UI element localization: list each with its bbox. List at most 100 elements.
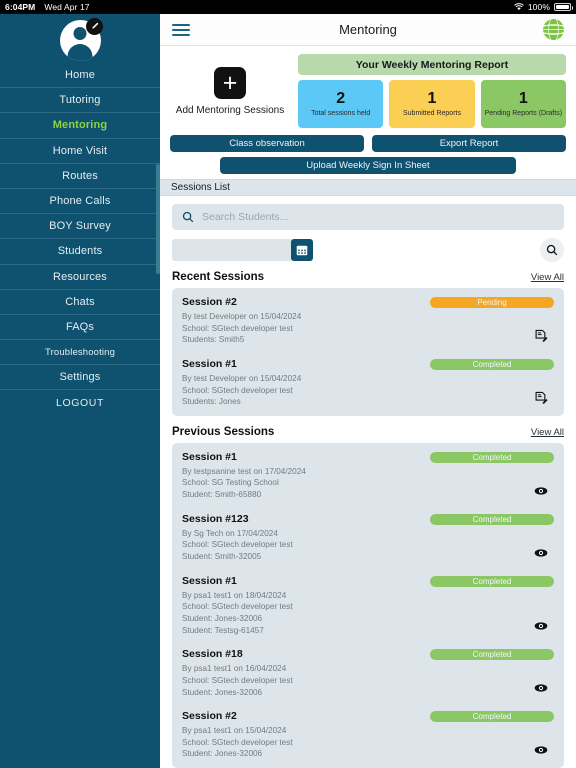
session-by: By psa1 test1 on 15/04/2024 — [182, 726, 287, 736]
date-input[interactable] — [172, 239, 292, 261]
sessions-list-body: Recent Sessions View All Session #2 Pend… — [160, 196, 576, 768]
session-title: Session #1 — [182, 450, 237, 463]
sidebar: Home Tutoring Mentoring Home Visit Route… — [0, 14, 160, 768]
session-title: Session #1 — [182, 357, 237, 370]
sidebar-item-home[interactable]: Home — [0, 62, 160, 87]
stat-card-submitted-reports[interactable]: 1 Submitted Reports — [389, 80, 475, 128]
sidebar-item-chats[interactable]: Chats — [0, 288, 160, 314]
session-students: Student: Smith-65880 — [182, 490, 262, 500]
session-students: Students: Jones — [182, 397, 241, 407]
session-card[interactable]: Session #2 Completed By psa1 test1 on 15… — [172, 704, 564, 766]
status-badge: Completed — [430, 649, 554, 661]
eye-view-icon[interactable] — [533, 680, 549, 696]
date-filter-row — [172, 238, 564, 262]
globe-logo-icon[interactable] — [543, 19, 564, 40]
session-by: By testpsanine test on 17/04/2024 — [182, 466, 306, 476]
session-school: School: SGtech developer test — [182, 602, 293, 612]
session-title: Session #1 — [182, 574, 237, 587]
sidebar-item-troubleshooting[interactable]: Troubleshooting — [0, 339, 160, 364]
battery-percent: 100% — [527, 2, 550, 12]
export-report-button[interactable]: Export Report — [372, 135, 566, 152]
class-observation-button[interactable]: Class observation — [170, 135, 364, 152]
scroll-area[interactable]: + Add Mentoring Sessions Your Weekly Men… — [160, 46, 576, 768]
add-session-block[interactable]: + Add Mentoring Sessions — [170, 54, 290, 128]
sidebar-item-tutoring[interactable]: Tutoring — [0, 87, 160, 112]
session-meta: By psa1 test1 on 16/04/2024 School: SGte… — [182, 663, 554, 698]
view-all-recent[interactable]: View All — [531, 272, 564, 283]
sidebar-scrollbar[interactable] — [156, 164, 160, 274]
status-time: 6:04PM — [5, 2, 36, 12]
sidebar-item-faqs[interactable]: FAQs — [0, 313, 160, 339]
filter-search-button[interactable] — [540, 238, 564, 262]
session-card[interactable]: Session #1 Completed By testpsanine test… — [172, 445, 564, 507]
status-badge: Completed — [430, 451, 554, 463]
sidebar-item-routes[interactable]: Routes — [0, 162, 160, 188]
session-students-extra: Student: Testsg-61457 — [182, 625, 264, 635]
sidebar-item-boy-survey[interactable]: BOY Survey — [0, 213, 160, 238]
session-school: School: SGtech developer test — [182, 675, 293, 685]
session-by: By psa1 test1 on 18/04/2024 — [182, 590, 287, 600]
plus-icon[interactable]: + — [214, 66, 246, 99]
sidebar-item-logout[interactable]: LOGOUT — [0, 389, 160, 414]
status-date: Wed Apr 17 — [44, 2, 90, 12]
session-school: School: SGtech developer test — [182, 540, 293, 550]
sidebar-item-phone-calls[interactable]: Phone Calls — [0, 187, 160, 213]
ios-status-bar: 6:04PM Wed Apr 17 100% — [0, 0, 576, 14]
edit-report-icon[interactable] — [533, 328, 549, 344]
sessions-list-header: Sessions List — [160, 179, 576, 196]
status-badge: Completed — [430, 358, 554, 370]
session-school: School: SGtech developer test — [182, 385, 293, 395]
page-title: Mentoring — [339, 22, 397, 37]
action-button-row-1: Class observation Export Report — [160, 135, 576, 157]
main-content: Mentoring + Add Mentoring Sessions Your … — [160, 14, 576, 768]
session-students: Student: Jones-32006 — [182, 687, 263, 697]
stat-value: 2 — [336, 90, 346, 107]
edit-report-icon[interactable] — [533, 390, 549, 406]
hamburger-menu-icon[interactable] — [172, 23, 190, 36]
top-bar: Mentoring — [160, 14, 576, 46]
body-row: Home Tutoring Mentoring Home Visit Route… — [0, 14, 576, 768]
session-card[interactable]: Session #1 Completed By psa1 test1 on 18… — [172, 569, 564, 643]
upload-sign-in-sheet-button[interactable]: Upload Weekly Sign In Sheet — [220, 157, 516, 174]
pencil-edit-icon[interactable] — [85, 17, 103, 35]
eye-view-icon[interactable] — [533, 618, 549, 634]
previous-sessions-group: Session #1 Completed By testpsanine test… — [172, 442, 564, 768]
session-title: Session #2 — [182, 710, 237, 723]
view-all-previous[interactable]: View All — [531, 427, 564, 438]
session-by: By test Developer on 15/04/2024 — [182, 312, 302, 321]
group-title: Recent Sessions — [172, 271, 265, 283]
group-title: Previous Sessions — [172, 425, 275, 438]
session-card[interactable]: Session #18 Completed By psa1 test1 on 1… — [172, 642, 564, 704]
session-card[interactable]: Session #1 Completed By test Developer o… — [172, 352, 564, 414]
sidebar-item-students[interactable]: Students — [0, 238, 160, 263]
stat-value: 1 — [518, 90, 528, 107]
search-icon — [182, 211, 194, 223]
sidebar-item-home-visit[interactable]: Home Visit — [0, 137, 160, 163]
eye-view-icon[interactable] — [533, 545, 549, 561]
avatar[interactable] — [59, 17, 103, 61]
session-card[interactable]: Session #123 Completed By Sg Tech on 17/… — [172, 507, 564, 569]
avatar-container[interactable] — [0, 14, 160, 62]
session-school: School: SGtech developer test — [182, 323, 293, 333]
search-input[interactable] — [202, 211, 554, 223]
wifi-icon — [514, 3, 524, 11]
weekly-report-banner: Your Weekly Mentoring Report — [298, 54, 566, 75]
session-students: Students: Smith5 — [182, 335, 245, 345]
session-by: By test Developer on 15/04/2024 — [182, 373, 302, 383]
status-badge: Completed — [430, 575, 554, 587]
sidebar-item-settings[interactable]: Settings — [0, 364, 160, 389]
session-students: Student: Smith-32005 — [182, 552, 262, 562]
search-students-container[interactable] — [172, 204, 564, 230]
stat-card-pending-reports[interactable]: 1 Pending Reports (Drafts) — [480, 80, 566, 128]
sidebar-item-resources[interactable]: Resources — [0, 263, 160, 289]
recent-sessions-group: Session #2 Pending By test Developer on … — [172, 288, 564, 416]
stat-card-total-sessions[interactable]: 2 Total sessions held — [298, 80, 384, 128]
calendar-icon[interactable] — [291, 239, 313, 261]
eye-view-icon[interactable] — [533, 483, 549, 499]
session-title: Session #18 — [182, 648, 243, 661]
stat-label: Pending Reports (Drafts) — [484, 110, 563, 117]
eye-view-icon[interactable] — [533, 742, 549, 758]
sidebar-item-mentoring[interactable]: Mentoring — [0, 112, 160, 137]
session-card[interactable]: Session #2 Pending By test Developer on … — [172, 290, 564, 352]
session-meta: By psa1 test1 on 18/04/2024 School: SGte… — [182, 590, 554, 637]
